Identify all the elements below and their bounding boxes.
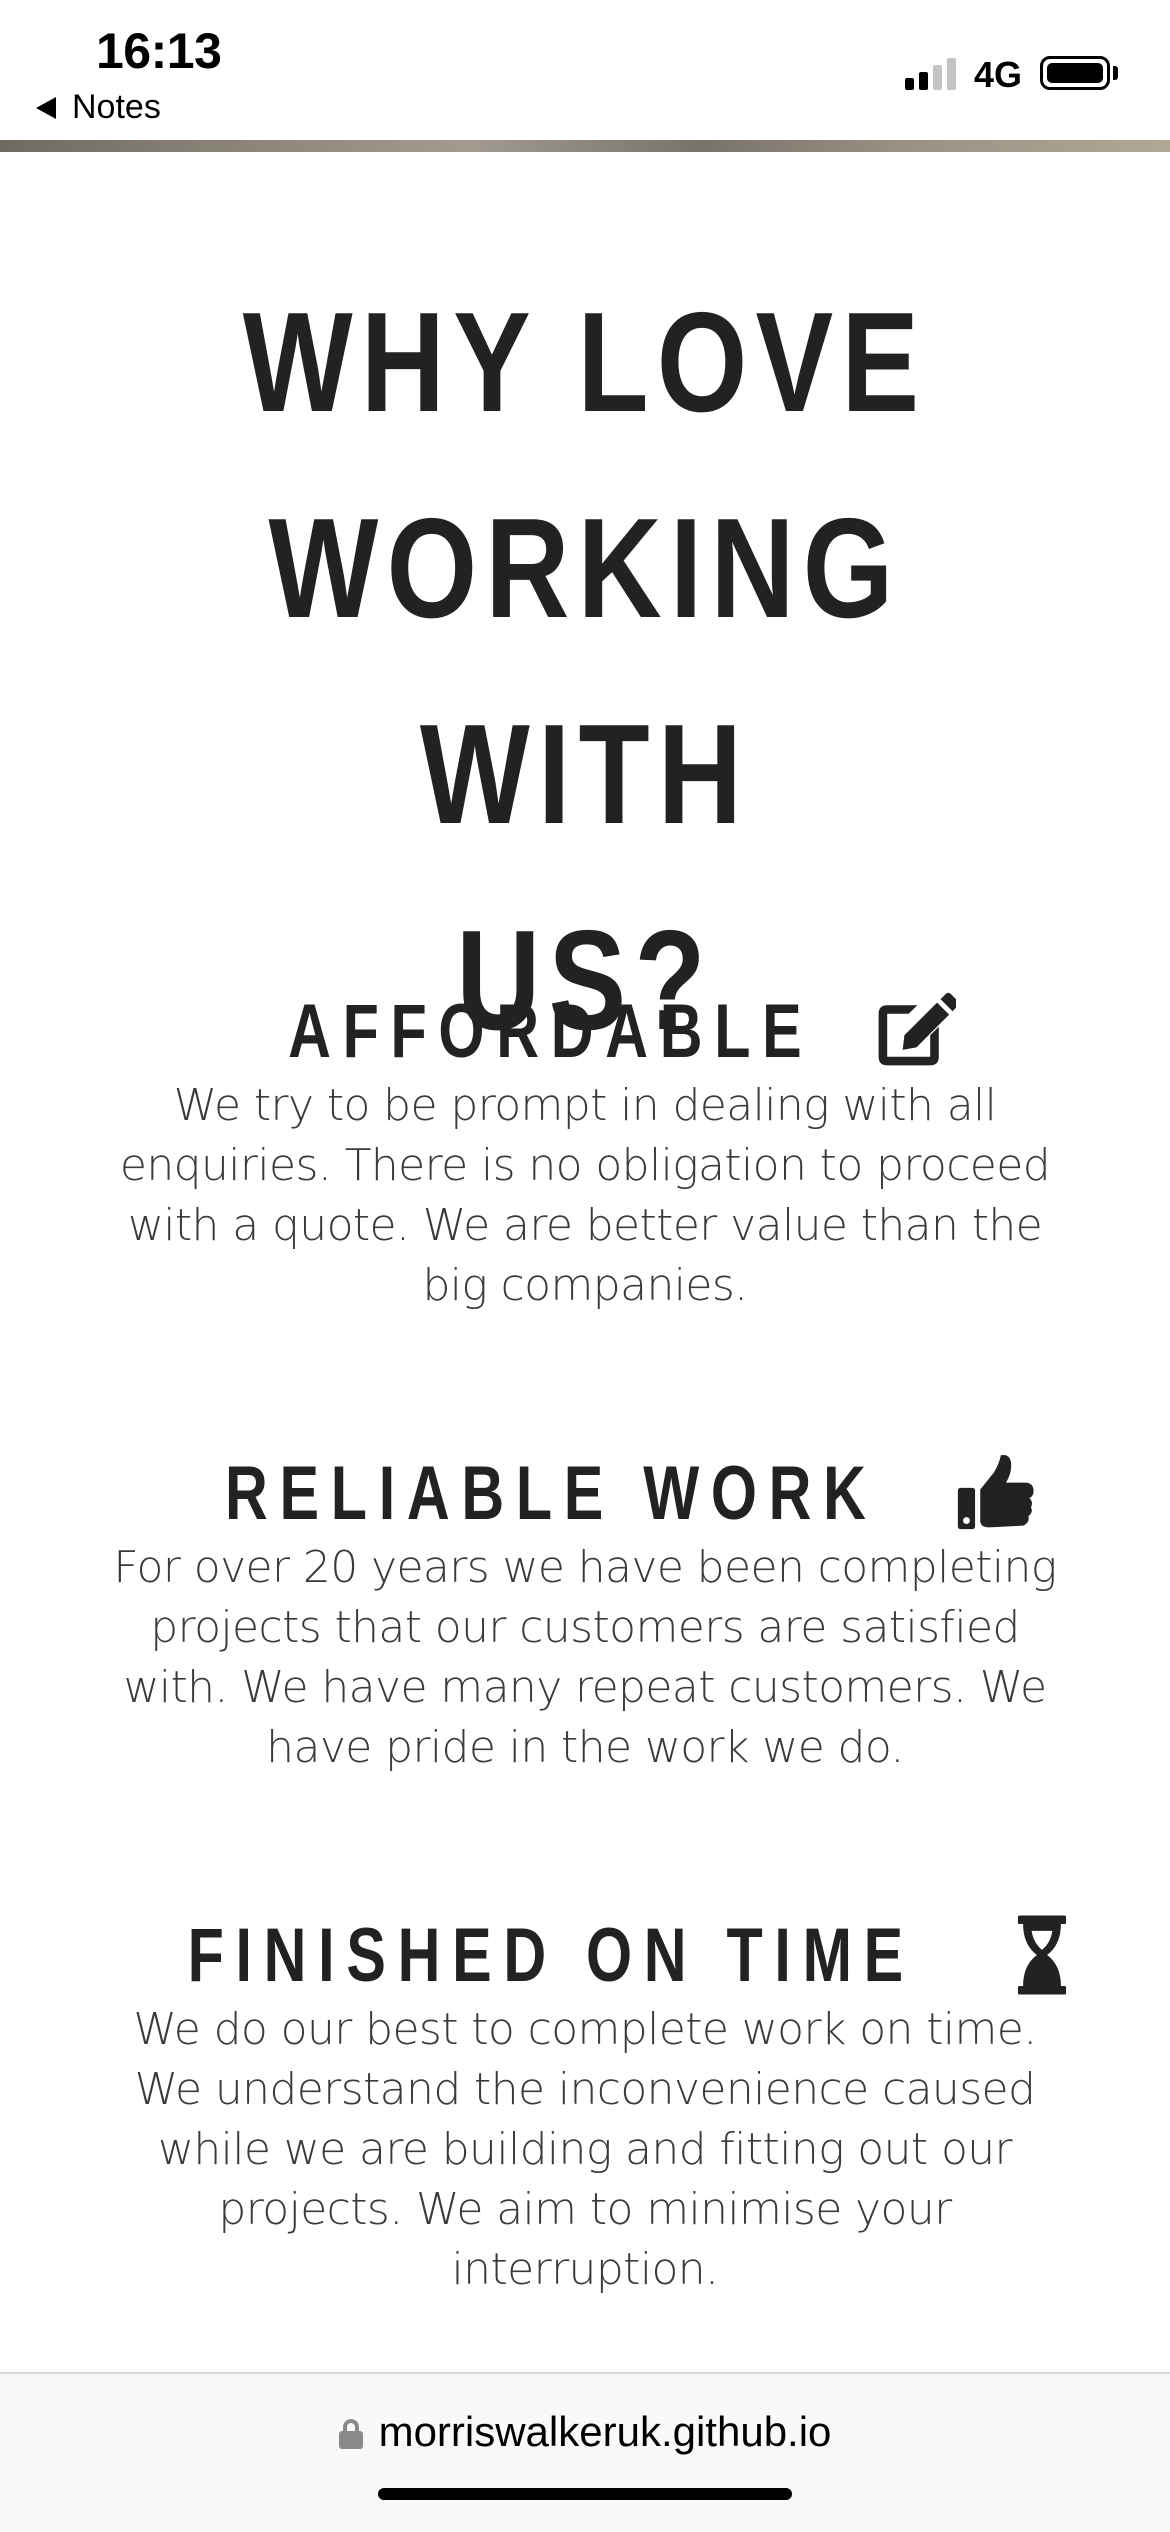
back-link-label: Notes xyxy=(72,88,161,126)
home-indicator[interactable] xyxy=(378,2488,792,2500)
battery-tip xyxy=(1113,66,1118,80)
browser-url-bar[interactable]: morriswalkeruk.github.io xyxy=(0,2372,1170,2532)
back-arrow-icon xyxy=(36,96,56,119)
url-display[interactable]: morriswalkeruk.github.io xyxy=(0,2408,1170,2456)
page-title: WHY LOVE WORKING WITH US? xyxy=(155,260,1016,1084)
feature-description: We do our best to complete work on time.… xyxy=(133,2004,1037,2295)
feature-finished-on-time: FINISHED ON TIME We do our best to compl… xyxy=(0,1910,1170,2300)
page-title-line: WORKING WITH xyxy=(268,489,902,854)
feature-reliable-work: RELIABLE WORK For over 20 years we have … xyxy=(0,1448,1170,1778)
feature-title: FINISHED ON TIME xyxy=(187,1912,915,1998)
feature-title: AFFORDABLE xyxy=(288,988,814,1074)
lock-icon xyxy=(338,2419,363,2449)
feature-description: For over 20 years we have been completin… xyxy=(113,1542,1057,1773)
url-text: morriswalkeruk.github.io xyxy=(378,2408,832,2455)
status-bar: 16:13 Notes 4G xyxy=(0,0,1170,140)
hourglass-icon xyxy=(1018,1915,1067,1995)
edit-icon xyxy=(878,992,956,1066)
back-to-notes-link[interactable]: Notes xyxy=(36,88,161,127)
feature-description: We try to be prompt in dealing with all … xyxy=(119,1080,1051,1311)
network-type: 4G xyxy=(974,54,1023,95)
battery-icon xyxy=(1040,56,1110,90)
thumbs-up-icon xyxy=(958,1454,1034,1530)
cellular-signal-icon xyxy=(905,56,956,90)
status-time: 16:13 xyxy=(96,23,222,79)
page-title-line: WHY LOVE xyxy=(242,283,928,442)
feature-affordable: AFFORDABLE We try to be prompt in dealin… xyxy=(0,986,1170,1316)
feature-title: RELIABLE WORK xyxy=(224,1450,878,1536)
header-image-edge xyxy=(0,140,1170,152)
